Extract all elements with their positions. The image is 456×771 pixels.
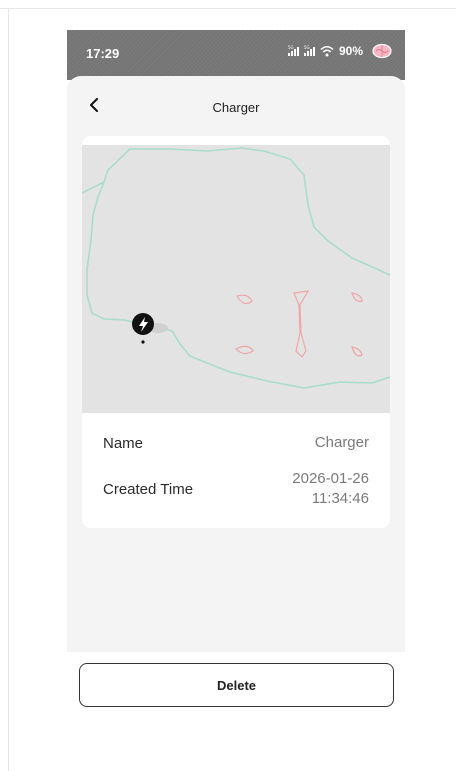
signal-5g-icon: 5G bbox=[303, 45, 315, 56]
name-row: Name Charger bbox=[103, 433, 369, 453]
status-bar: 17:29 5G 5G 90% bbox=[67, 30, 405, 80]
name-label: Name bbox=[103, 434, 144, 452]
signal-5g-icon: 5G bbox=[287, 45, 299, 56]
delete-button[interactable]: Delete bbox=[79, 663, 394, 707]
created-time-value: 2026-01-26 11:34:46 bbox=[292, 469, 369, 509]
map-view[interactable] bbox=[82, 145, 390, 413]
wifi-icon bbox=[320, 46, 334, 57]
left-divider bbox=[8, 9, 9, 771]
svg-text:5G: 5G bbox=[304, 45, 310, 50]
brain-icon bbox=[372, 43, 392, 59]
battery-level: 90% bbox=[338, 44, 363, 58]
created-time-row: Created Time 2026-01-26 11:34:46 bbox=[103, 469, 369, 509]
phone-screen: 17:29 5G 5G 90% Charger Name Charger Cre… bbox=[67, 30, 405, 652]
top-divider bbox=[0, 8, 456, 9]
created-time-label: Created Time bbox=[103, 480, 194, 498]
page-title: Charger bbox=[212, 100, 260, 115]
name-value: Charger bbox=[314, 434, 369, 451]
detail-sheet: Charger Name Charger Created Time 2026-0… bbox=[67, 76, 405, 652]
status-icons: 5G 5G 90% bbox=[287, 43, 393, 59]
charger-card: Name Charger Created Time 2026-01-26 11:… bbox=[82, 136, 390, 528]
status-time: 17:29 bbox=[86, 46, 120, 61]
created-date: 2026-01-26 bbox=[292, 470, 369, 487]
svg-text:5G: 5G bbox=[288, 45, 294, 50]
created-clock: 11:34:46 bbox=[311, 490, 369, 507]
